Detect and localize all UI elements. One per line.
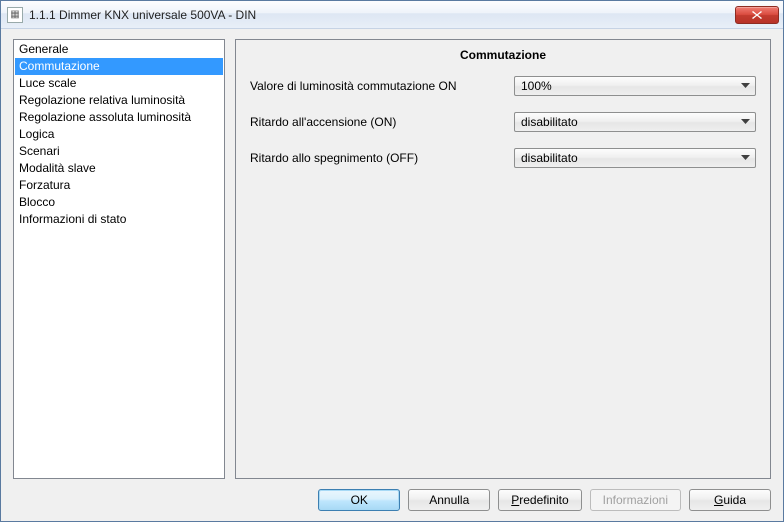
sidebar-item[interactable]: Scenari [15,143,223,160]
setting-label: Ritardo all'accensione (ON) [250,115,514,129]
main-panel: Commutazione Valore di luminosità commut… [235,39,771,479]
category-sidebar[interactable]: GeneraleCommutazioneLuce scaleRegolazion… [13,39,225,479]
cancel-button[interactable]: Annulla [408,489,490,511]
setting-label: Valore di luminosità commutazione ON [250,79,514,93]
info-button: Informazioni [590,489,681,511]
sidebar-item[interactable]: Commutazione [15,58,223,75]
setting-row: Ritardo allo spegnimento (OFF) disabilita… [250,148,756,168]
chevron-down-icon [737,150,753,166]
setting-dropdown[interactable]: disabilitato [514,112,756,132]
help-button[interactable]: Guida [689,489,771,511]
sidebar-item[interactable]: Regolazione relativa luminosità [15,92,223,109]
dialog-buttons: OK Annulla Predefinito Informazioni Guida [13,487,771,511]
window-title: 1.1.1 Dimmer KNX universale 500VA - DIN [29,8,729,22]
sidebar-item[interactable]: Informazioni di stato [15,211,223,228]
settings-form: Valore di luminosità commutazione ON 100%… [236,76,770,184]
panel-heading: Commutazione [236,40,770,76]
titlebar: ▦ 1.1.1 Dimmer KNX universale 500VA - DI… [1,1,783,29]
setting-dropdown[interactable]: 100% [514,76,756,96]
app-icon: ▦ [7,7,23,23]
setting-label: Ritardo allo spegnimento (OFF) [250,151,514,165]
default-button[interactable]: Predefinito [498,489,581,511]
sidebar-item[interactable]: Blocco [15,194,223,211]
setting-row: Valore di luminosità commutazione ON 100% [250,76,756,96]
sidebar-item[interactable]: Forzatura [15,177,223,194]
dropdown-value: disabilitato [521,115,737,129]
chevron-down-icon [737,114,753,130]
dropdown-value: 100% [521,79,737,93]
dropdown-value: disabilitato [521,151,737,165]
sidebar-item[interactable]: Modalità slave [15,160,223,177]
chevron-down-icon [737,78,753,94]
sidebar-item[interactable]: Logica [15,126,223,143]
close-icon [752,11,762,19]
sidebar-item[interactable]: Generale [15,41,223,58]
setting-row: Ritardo all'accensione (ON) disabilitato [250,112,756,132]
sidebar-item[interactable]: Luce scale [15,75,223,92]
sidebar-item[interactable]: Regolazione assoluta luminosità [15,109,223,126]
ok-button[interactable]: OK [318,489,400,511]
setting-dropdown[interactable]: disabilitato [514,148,756,168]
dialog-window: ▦ 1.1.1 Dimmer KNX universale 500VA - DI… [0,0,784,522]
content-area: GeneraleCommutazioneLuce scaleRegolazion… [13,39,771,479]
close-button[interactable] [735,6,779,24]
client-area: GeneraleCommutazioneLuce scaleRegolazion… [1,29,783,521]
